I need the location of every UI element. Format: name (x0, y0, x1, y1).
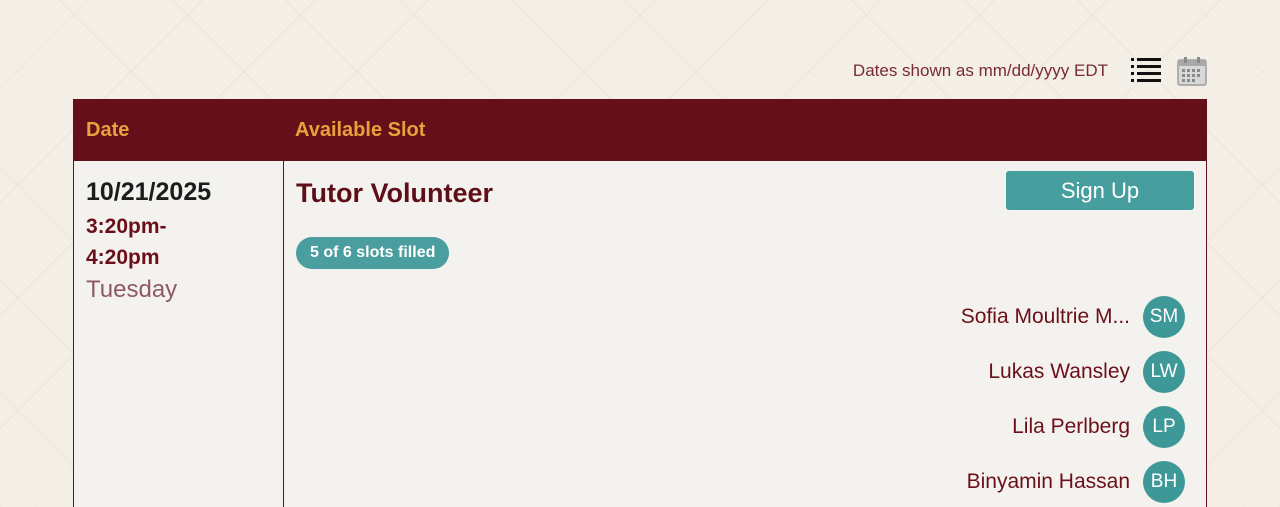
sign-up-button[interactable]: Sign Up (1006, 171, 1194, 210)
list-view-button[interactable] (1130, 54, 1162, 88)
slot-day: Tuesday (86, 276, 178, 303)
view-toolbar: Dates shown as mm/dd/yyyy EDT (853, 54, 1208, 88)
signup-table: Date Available Slot 10/21/2025 3:20pm-4:… (73, 99, 1207, 507)
volunteer-name: Binyamin Hassan (966, 469, 1130, 493)
avatar: LW (1143, 350, 1185, 393)
table-row: 10/21/2025 3:20pm-4:20pm Tuesday Tutor V… (74, 161, 1206, 507)
list-item: Lukas Wansley LW (961, 344, 1185, 399)
slot-time: 3:20pm-4:20pm (86, 215, 167, 269)
list-item: Binyamin Hassan BH (961, 454, 1185, 507)
calendar-view-icon (1177, 57, 1207, 86)
volunteer-name: Sofia Moultrie M... (960, 304, 1130, 328)
slot-cell: Tutor Volunteer Sign Up 5 of 6 slots fil… (284, 161, 1206, 507)
list-item: Sofia Moultrie M... SM (961, 289, 1185, 344)
header-date: Date (86, 119, 130, 141)
header-available-slot: Available Slot (295, 119, 426, 141)
table-header: Date Available Slot (74, 100, 1206, 161)
slots-filled-badge: 5 of 6 slots filled (296, 237, 450, 269)
avatar: LP (1143, 405, 1185, 448)
slot-date: 10/21/2025 (86, 178, 212, 206)
list-item: Lila Perlberg LP (961, 399, 1185, 454)
avatar: SM (1143, 295, 1185, 338)
date-cell: 10/21/2025 3:20pm-4:20pm Tuesday (74, 161, 284, 507)
volunteer-name: Lila Perlberg (1012, 414, 1130, 438)
volunteer-list: Sofia Moultrie M... SM Lukas Wansley LW … (961, 289, 1185, 507)
list-view-icon (1131, 58, 1161, 82)
volunteer-name: Lukas Wansley (988, 359, 1130, 383)
avatar: BH (1143, 460, 1185, 503)
calendar-view-button[interactable] (1176, 54, 1208, 88)
timezone-note: Dates shown as mm/dd/yyyy EDT (852, 61, 1108, 80)
